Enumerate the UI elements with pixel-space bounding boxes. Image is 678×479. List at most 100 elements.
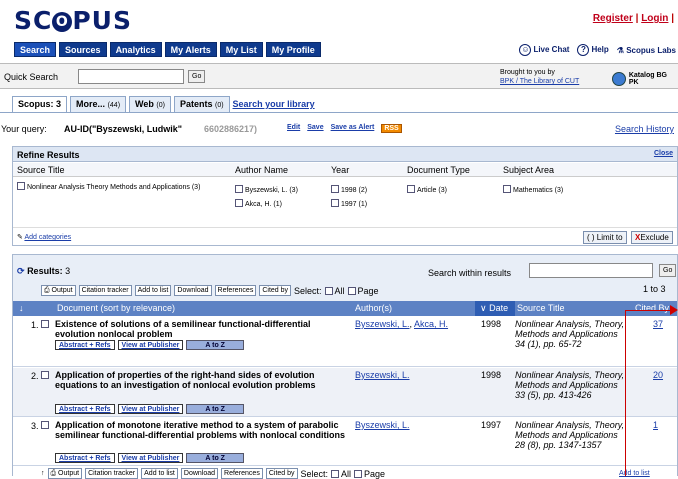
rss-icon[interactable]: RSS — [381, 124, 402, 133]
add-to-list-button[interactable]: Add to list — [134, 285, 172, 296]
nav-search[interactable]: Search — [14, 42, 57, 57]
limit-to-button[interactable]: ( ) Limit to — [583, 231, 627, 244]
abstract-refs-button[interactable]: Abstract + Refs — [55, 340, 115, 350]
checkbox[interactable] — [407, 185, 415, 193]
nav-sources[interactable]: Sources — [59, 42, 107, 57]
atoz-button[interactable]: A to Z — [186, 453, 244, 463]
cited-by-button[interactable]: Cited by — [259, 285, 292, 296]
tab-patents[interactable]: Patents (0) — [173, 96, 230, 112]
nav-my-alerts[interactable]: My Alerts — [164, 42, 217, 57]
result-title[interactable]: Application of monotone iterative method… — [55, 420, 351, 440]
author-link[interactable]: Byszewski, L. — [355, 319, 410, 329]
search-library-link[interactable]: Search your library — [233, 96, 315, 113]
cited-by-button[interactable]: Cited by — [265, 468, 298, 479]
search-within-go-button[interactable]: Go — [659, 264, 677, 277]
scopus-logo[interactable]: SC O PUS — [14, 6, 132, 35]
view-publisher-button[interactable]: View at Publisher — [117, 340, 184, 350]
refine-year-item[interactable]: 1998 (2) — [331, 185, 367, 195]
checkbox[interactable] — [331, 199, 339, 207]
register-link[interactable]: Register — [593, 13, 633, 24]
nav-my-profile[interactable]: My Profile — [265, 42, 321, 57]
col-document[interactable]: Document (sort by relevance) — [57, 303, 175, 313]
nav-my-list[interactable]: My List — [219, 42, 263, 57]
author-link[interactable]: Byszewski, L. — [355, 420, 410, 430]
view-publisher-button[interactable]: View at Publisher — [117, 404, 184, 414]
select-page[interactable]: Page — [354, 469, 385, 479]
refine-columns: Source Title Author Name Year Document T… — [13, 163, 677, 177]
result-title[interactable]: Application of properties of the right-h… — [55, 370, 351, 390]
atoz-button[interactable]: A to Z — [186, 404, 244, 414]
exclude-button[interactable]: XExclude — [631, 231, 673, 244]
select-all[interactable]: All — [331, 469, 351, 479]
live-chat-link[interactable]: ☺ Live Chat — [519, 44, 569, 56]
result-row: 2. Application of properties of the righ… — [13, 368, 677, 417]
tab-scopus[interactable]: Scopus: 3 — [12, 96, 68, 113]
query-id: 6602886217) — [204, 124, 258, 134]
output-button[interactable]: ⎙ Output — [41, 285, 76, 296]
row-checkbox[interactable] — [41, 320, 49, 328]
output-button[interactable]: ⎙ Output — [47, 468, 83, 479]
cited-count-link[interactable]: 1 — [653, 420, 658, 430]
save-query-link[interactable]: Save — [307, 124, 323, 133]
results-icon: ⟳ — [17, 266, 25, 276]
col-source[interactable]: Source Title — [517, 303, 565, 313]
view-publisher-button[interactable]: View at Publisher — [117, 453, 184, 463]
add-categories-link[interactable]: ✎ Add categories — [17, 233, 71, 241]
refine-author-item[interactable]: Akca, H. (1) — [235, 199, 282, 209]
nav-analytics[interactable]: Analytics — [109, 42, 162, 57]
abstract-refs-button[interactable]: Abstract + Refs — [55, 404, 115, 414]
row-checkbox[interactable] — [41, 421, 49, 429]
katalog-link[interactable]: Katalog BG PK — [612, 72, 678, 86]
references-button[interactable]: References — [221, 468, 263, 479]
cited-count-link[interactable]: 20 — [653, 370, 663, 380]
checkbox[interactable] — [17, 182, 25, 190]
abstract-refs-button[interactable]: Abstract + Refs — [55, 453, 115, 463]
row-checkbox[interactable] — [41, 371, 49, 379]
author-link[interactable]: Akca, H. — [414, 319, 448, 329]
result-source: Nonlinear Analysis, Theory, Methods and … — [515, 319, 625, 349]
refine-author-item[interactable]: Byszewski, L. (3) — [235, 185, 298, 195]
result-title[interactable]: Existence of solutions of a semilinear f… — [55, 319, 351, 339]
col-date[interactable]: ∨ Date — [480, 303, 508, 314]
col-authors[interactable]: Author(s) — [355, 303, 392, 313]
cited-count-link[interactable]: 37 — [653, 319, 663, 329]
checkbox[interactable] — [331, 185, 339, 193]
annotation-line — [625, 310, 670, 311]
help-link[interactable]: ? Help — [577, 44, 609, 56]
refine-doctype-item[interactable]: Article (3) — [407, 185, 447, 195]
select-label: Select: — [294, 285, 322, 296]
atoz-button[interactable]: A to Z — [186, 340, 244, 350]
checkbox[interactable] — [235, 185, 243, 193]
refine-col-source: Source Title — [17, 165, 65, 175]
citation-tracker-button[interactable]: Citation tracker — [85, 468, 139, 479]
checkbox[interactable] — [235, 199, 243, 207]
download-button[interactable]: Download — [180, 468, 219, 479]
citation-tracker-button[interactable]: Citation tracker — [78, 285, 132, 296]
search-within-input[interactable] — [529, 263, 653, 278]
result-authors: Byszewski, L. — [355, 420, 410, 430]
refine-source-item[interactable]: Nonlinear Analysis Theory Methods and Ap… — [17, 182, 217, 192]
tab-web[interactable]: Web (0) — [129, 96, 171, 112]
col-cited[interactable]: Cited By — [635, 303, 669, 313]
references-button[interactable]: References — [214, 285, 257, 296]
save-as-alert-link[interactable]: Save as Alert — [331, 124, 375, 133]
quick-search-go-button[interactable]: Go — [188, 70, 206, 83]
library-link[interactable]: BPK / The Library of CUT — [500, 78, 579, 85]
download-button[interactable]: Download — [174, 285, 212, 296]
add-to-list-button[interactable]: Add to list — [141, 468, 178, 479]
author-link[interactable]: Byszewski, L. — [355, 370, 410, 380]
scopus-labs-link[interactable]: ⚗ Scopus Labs — [617, 46, 676, 55]
refine-year-item[interactable]: 1997 (1) — [331, 199, 367, 209]
quick-search-input[interactable] — [78, 69, 184, 84]
search-history-link[interactable]: Search History — [615, 124, 674, 134]
refine-close-link[interactable]: Close — [654, 150, 673, 157]
results-column-header: ↓ Document (sort by relevance) Author(s)… — [13, 301, 677, 316]
login-link[interactable]: Login — [641, 13, 668, 24]
checkbox[interactable] — [503, 185, 511, 193]
select-all[interactable]: All — [324, 286, 345, 296]
edit-query-link[interactable]: Edit — [287, 124, 300, 133]
annotation-line — [625, 310, 626, 476]
refine-subject-item[interactable]: Mathematics (3) — [503, 185, 563, 195]
tab-more[interactable]: More... (44) — [70, 96, 127, 112]
select-page[interactable]: Page — [347, 286, 379, 296]
